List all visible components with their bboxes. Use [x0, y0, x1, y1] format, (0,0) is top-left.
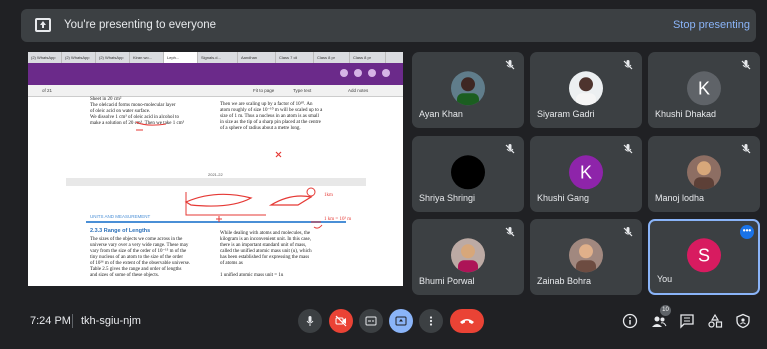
present-screen-icon [35, 18, 51, 32]
type-text-button[interactable]: Type text [293, 88, 311, 93]
handwritten-note: 1km [324, 193, 333, 198]
mic-off-icon [741, 144, 751, 154]
leave-call-button[interactable] [450, 309, 484, 333]
browser-tab[interactable]: Class 8 pr [314, 52, 350, 63]
microphone-button[interactable] [298, 309, 322, 333]
fit-to-page-button[interactable]: Fit to page [253, 88, 274, 93]
participant-name: Bhumi Porwal [419, 276, 475, 286]
participant-name: Khushi Dhakad [655, 109, 717, 119]
more-options-button[interactable]: ••• [740, 225, 754, 239]
divider [72, 314, 73, 328]
participant-name: Siyaram Gadri [537, 109, 595, 119]
pdf-subtoolbar: of 21 Fit to page Type text Add notes [28, 85, 403, 97]
present-now-button[interactable] [389, 309, 413, 333]
page-counter: of 21 [42, 88, 53, 93]
camera-button[interactable] [329, 309, 353, 333]
host-controls-icon[interactable] [735, 313, 751, 329]
chat-icon[interactable] [679, 313, 695, 329]
toolbar-icon[interactable] [340, 69, 348, 77]
microphone-icon [306, 316, 314, 326]
participant-photo [451, 238, 485, 273]
more-options-button[interactable] [419, 309, 443, 333]
more-vert-icon [429, 316, 433, 326]
mic-off-icon [505, 144, 515, 154]
presenting-banner: You're presenting to everyone Stop prese… [21, 9, 756, 42]
presenting-message: You're presenting to everyone [64, 19, 217, 31]
participant-tile[interactable]: Shriya Shringi [412, 136, 524, 212]
participant-count-badge: 10 [660, 305, 671, 316]
mic-off-icon [741, 60, 751, 70]
presentation-tile[interactable]: (2) WhatsApp (2) WhatsApp (2) WhatsApp K… [28, 52, 403, 286]
activities-icon[interactable] [707, 313, 723, 329]
camera-off-icon [335, 315, 347, 327]
participant-name: Khushi Gang [537, 193, 590, 203]
browser-tab[interactable]: (2) WhatsApp [96, 52, 130, 63]
present-icon [395, 316, 407, 326]
toolbar-icon[interactable] [354, 69, 362, 77]
toolbar-icon[interactable] [382, 69, 390, 77]
pdf-page: Sheet in 20 cm² The olelcacid forms mono… [66, 97, 366, 286]
participant-tile[interactable]: Manoj lodha [648, 136, 760, 212]
mic-off-icon [505, 60, 515, 70]
meeting-details-icon[interactable] [622, 313, 638, 329]
participant-tile[interactable]: K Khushi Gang [530, 136, 642, 212]
participant-tile[interactable]: Siyaram Gadri [530, 52, 642, 128]
mic-off-icon [505, 227, 515, 237]
browser-tab[interactable]: Aandhan [238, 52, 276, 63]
captions-button[interactable] [359, 309, 383, 333]
participant-name: Shriya Shringi [419, 193, 476, 203]
pdf-toolbar [28, 63, 403, 85]
meeting-code: tkh-sgiu-njm [81, 315, 141, 327]
hang-up-icon [460, 319, 474, 324]
participant-avatar: K [569, 155, 603, 190]
participant-name: Zainab Bohra [537, 276, 592, 286]
toolbar-icon[interactable] [368, 69, 376, 77]
handwriting-annotations [135, 121, 323, 229]
stop-presenting-button[interactable]: Stop presenting [673, 19, 750, 31]
mic-off-icon [623, 60, 633, 70]
participant-tile[interactable]: Zainab Bohra [530, 219, 642, 295]
browser-tab[interactable]: (2) WhatsApp [62, 52, 96, 63]
participant-name: Ayan Khan [419, 109, 463, 119]
participant-avatar: K [687, 71, 721, 106]
browser-tab[interactable]: Class 8 pr [350, 52, 386, 63]
participant-avatar: S [687, 238, 721, 273]
browser-tab[interactable]: (2) WhatsApp [28, 52, 62, 63]
handwritten-note: 1 km = 10³ m [324, 217, 352, 222]
participant-photo [451, 71, 485, 106]
participant-photo [451, 155, 485, 190]
participant-name: You [657, 274, 673, 284]
participant-photo [569, 71, 603, 106]
browser-tab-active[interactable]: Leph... [164, 52, 198, 63]
participant-name: Manoj lodha [655, 193, 705, 203]
captions-icon [365, 316, 377, 326]
mic-off-icon [623, 227, 633, 237]
browser-tab[interactable]: Kiran wo... [130, 52, 164, 63]
participant-tile[interactable]: Ayan Khan [412, 52, 524, 128]
participant-tile[interactable]: Bhumi Porwal [412, 219, 524, 295]
participant-tile[interactable]: K Khushi Dhakad [648, 52, 760, 128]
participant-photo [687, 155, 721, 190]
browser-tab[interactable]: Signals.d... [198, 52, 238, 63]
browser-tab-strip: (2) WhatsApp (2) WhatsApp (2) WhatsApp K… [28, 52, 403, 63]
self-tile[interactable]: S ••• You [648, 219, 760, 295]
meeting-time: 7:24 PM [30, 315, 71, 327]
mic-off-icon [623, 144, 633, 154]
add-notes-button[interactable]: Add notes [348, 88, 368, 93]
browser-tab[interactable]: Class 7 cli [276, 52, 314, 63]
participant-photo [569, 238, 603, 273]
